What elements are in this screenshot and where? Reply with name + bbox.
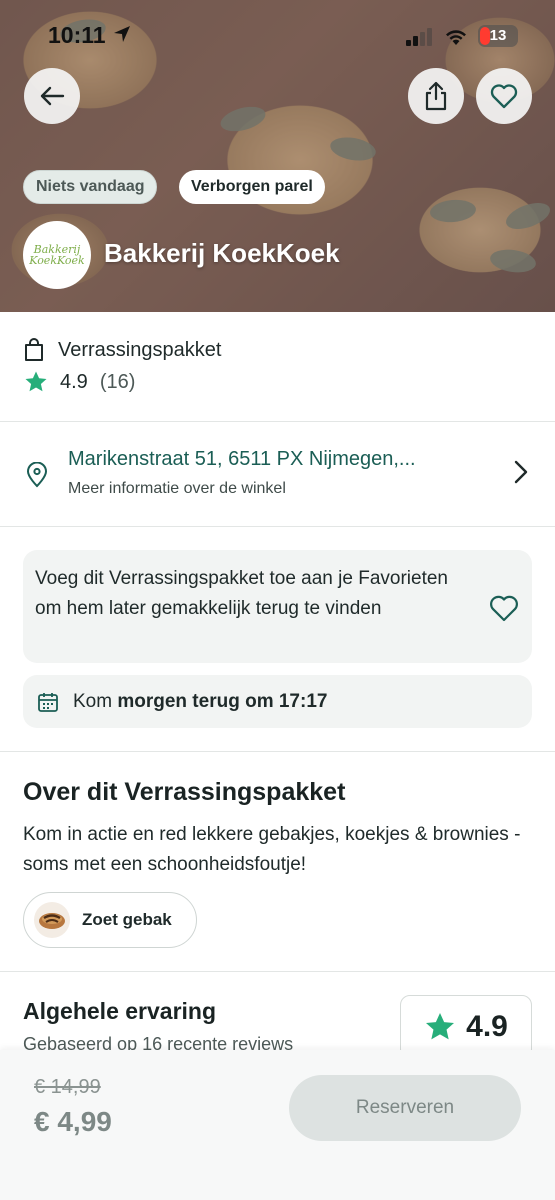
heart-icon xyxy=(490,84,518,109)
location-pin-icon xyxy=(26,462,48,488)
pickup-time-prefix: Kom xyxy=(73,690,113,712)
about-description: Kom in actie en red lekkere gebakjes, ko… xyxy=(23,824,521,875)
divider xyxy=(0,971,555,972)
wifi-icon xyxy=(446,30,466,45)
store-logo: Bakkerij KoekKoek xyxy=(23,221,91,289)
add-to-favorites-card[interactable]: Voeg dit Verrassingspakket toe aan je Fa… xyxy=(23,550,532,663)
share-button[interactable] xyxy=(408,68,464,124)
store-name: Bakkerij KoekKoek xyxy=(104,238,340,268)
chevron-right-icon xyxy=(514,460,528,484)
sold-out-badge: Niets vandaag xyxy=(23,170,158,204)
battery-percent: 13 xyxy=(489,27,507,44)
pastry-icon xyxy=(34,902,70,938)
original-price: € 14,99 xyxy=(34,1076,101,1098)
pickup-time-card: Kom morgen terug om 17:17 xyxy=(23,675,532,728)
divider xyxy=(0,421,555,422)
divider xyxy=(0,751,555,752)
experience-title: Algehele ervaring xyxy=(23,998,217,1024)
experience-score: 4.9 xyxy=(466,1010,508,1043)
cellular-signal-icon xyxy=(406,28,432,46)
battery-icon: 13 xyxy=(478,25,518,47)
favorite-button[interactable] xyxy=(476,68,532,124)
share-icon xyxy=(425,81,447,111)
heart-icon[interactable] xyxy=(489,594,519,622)
add-to-favorites-text: Voeg dit Verrassingspakket toe aan je Fa… xyxy=(35,568,448,619)
store-info-link: Meer informatie over de winkel xyxy=(68,480,286,497)
star-icon xyxy=(25,371,47,392)
shopping-bag-icon xyxy=(25,338,43,361)
location-arrow-icon xyxy=(114,26,130,42)
rating-count: (16) xyxy=(99,370,136,393)
store-address: Marikenstraat 51, 6511 PX Nijmegen,... xyxy=(68,448,416,470)
store-address-row[interactable]: Marikenstraat 51, 6511 PX Nijmegen,... M… xyxy=(24,446,534,506)
about-title: Over dit Verrassingspakket xyxy=(23,778,346,806)
store-logo-text: Bakkerij KoekKoek xyxy=(29,243,85,267)
pickup-time-text: Kom morgen terug om 17:17 xyxy=(73,691,327,713)
package-type-label: Verrassingspakket xyxy=(58,338,222,361)
status-time: 10:11 xyxy=(48,22,106,48)
category-tag[interactable]: Zoet gebak xyxy=(23,892,197,948)
calendar-icon xyxy=(38,692,58,712)
star-icon xyxy=(426,1013,455,1040)
bottom-bar: € 14,99 € 4,99 Reserveren xyxy=(0,1050,555,1200)
rating-row: 4.9 (16) xyxy=(24,370,135,394)
arrow-left-icon xyxy=(40,86,65,106)
discount-price: € 4,99 xyxy=(34,1106,112,1137)
back-button[interactable] xyxy=(24,68,80,124)
hidden-gem-badge: Verborgen parel xyxy=(179,170,325,204)
status-bar: 10:11 13 xyxy=(0,0,555,72)
reserve-button[interactable]: Reserveren xyxy=(289,1075,521,1141)
pickup-time-value: morgen terug om 17:17 xyxy=(117,690,328,712)
divider xyxy=(0,526,555,527)
category-tag-label: Zoet gebak xyxy=(82,910,172,929)
package-type-row: Verrassingspakket xyxy=(24,338,221,362)
rating-value: 4.9 xyxy=(60,370,88,393)
